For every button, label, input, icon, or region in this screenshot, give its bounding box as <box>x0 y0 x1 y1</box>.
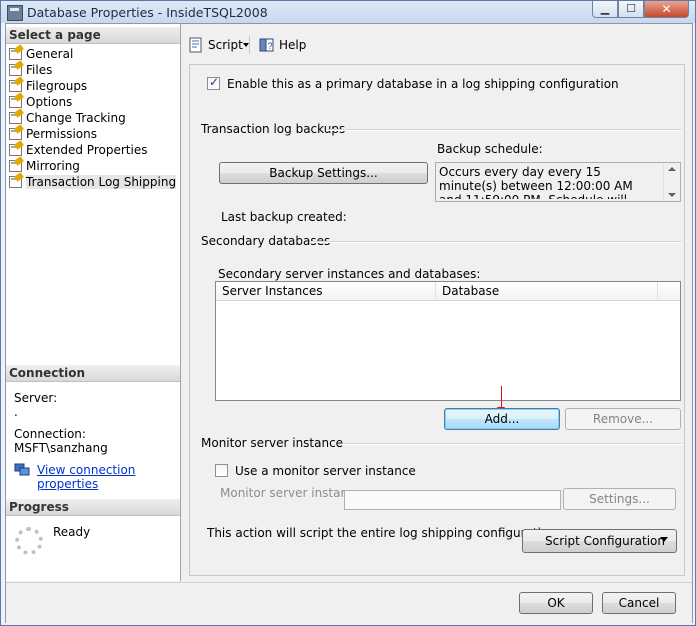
backup-schedule-label: Backup schedule: <box>437 142 543 156</box>
connection-label: Connection: <box>14 427 86 441</box>
page-icon <box>9 80 22 92</box>
chevron-down-icon <box>660 537 668 542</box>
toolbar-separator <box>249 36 250 54</box>
page-item-transaction-log-shipping[interactable]: Transaction Log Shipping <box>9 174 177 190</box>
page-item-label: General <box>26 47 74 61</box>
tlog-backups-group-label: Transaction log backups <box>201 122 346 136</box>
group-divider <box>311 241 682 243</box>
group-divider <box>343 443 682 445</box>
enable-primary-label: Enable this as a primary database in a l… <box>227 77 619 91</box>
toolbar: Script ? Help <box>181 24 692 64</box>
script-icon <box>189 37 202 53</box>
backup-schedule-box[interactable]: Occurs every day every 15 minute(s) betw… <box>435 162 681 202</box>
right-pane: Script ? Help Enable this as a primary d… <box>181 24 692 581</box>
progress-spinner-icon <box>15 527 43 555</box>
dialog-client-area: Select a page General Files Filegroups Opti… <box>5 23 693 623</box>
backup-settings-button[interactable]: Backup Settings... <box>219 162 428 184</box>
connection-properties-icon <box>14 463 30 476</box>
select-page-header: Select a page <box>6 27 180 44</box>
page-item-permissions[interactable]: Permissions <box>9 126 97 142</box>
script-configuration-label: Script Configuration <box>545 534 665 548</box>
page-icon <box>9 96 22 108</box>
page-icon <box>9 64 22 76</box>
log-shipping-panel: Enable this as a primary database in a l… <box>189 64 685 576</box>
help-icon: ? <box>259 38 274 52</box>
page-item-label: Change Tracking <box>26 111 126 125</box>
left-pane: Select a page General Files Filegroups Opti… <box>6 24 181 581</box>
svg-text:?: ? <box>268 41 273 51</box>
column-database[interactable]: Database <box>436 282 658 300</box>
connection-value: MSFT\sanzhang <box>14 441 108 455</box>
page-item-change-tracking[interactable]: Change Tracking <box>9 110 126 126</box>
page-item-label: Filegroups <box>26 79 88 93</box>
add-button[interactable]: Add... <box>444 408 560 430</box>
use-monitor-checkbox[interactable] <box>215 464 228 477</box>
page-item-label: Mirroring <box>26 159 80 173</box>
remove-button[interactable]: Remove... <box>565 408 681 430</box>
secondary-instances-list[interactable]: Server Instances Database <box>215 281 681 401</box>
minimize-button[interactable]: ▁ <box>592 1 618 18</box>
page-item-label: Extended Properties <box>26 143 148 157</box>
script-note: This action will script the entire log s… <box>207 526 560 540</box>
enable-primary-checkbox[interactable] <box>207 75 220 90</box>
page-icon <box>9 144 22 156</box>
server-label: Server: <box>14 391 58 405</box>
page-item-label: Options <box>26 95 73 109</box>
maximize-button[interactable]: ☐ <box>618 1 644 18</box>
progress-header: Progress <box>6 499 180 516</box>
monitor-instance-label: Monitor server instance <box>220 486 363 500</box>
scroll-up-icon[interactable] <box>668 167 676 171</box>
use-monitor-label: Use a monitor server instance <box>235 464 416 478</box>
page-item-label: Permissions <box>26 127 97 141</box>
schedule-scrollbar[interactable] <box>663 163 680 201</box>
database-icon <box>7 5 23 21</box>
monitor-settings-button[interactable]: Settings... <box>563 488 676 510</box>
monitor-instance-input[interactable] <box>344 490 561 510</box>
page-item-options[interactable]: Options <box>9 94 72 110</box>
script-configuration-button[interactable]: Script Configuration <box>522 529 677 553</box>
page-icon <box>9 176 22 188</box>
column-server-instances[interactable]: Server Instances <box>216 282 436 300</box>
scroll-down-icon[interactable] <box>668 193 676 197</box>
window-title: Database Properties - InsideTSQL2008 <box>27 5 268 20</box>
help-button[interactable]: Help <box>279 36 306 54</box>
list-header: Server Instances Database <box>216 282 680 301</box>
title-bar[interactable]: Database Properties - InsideTSQL2008 ▁ ☐… <box>1 1 695 23</box>
dialog-footer: OK Cancel <box>6 582 692 623</box>
script-button[interactable]: Script <box>208 36 243 54</box>
page-item-general[interactable]: General <box>9 46 73 62</box>
connection-header: Connection <box>6 365 180 382</box>
cancel-button[interactable]: Cancel <box>602 592 676 614</box>
page-icon <box>9 128 22 140</box>
page-item-files[interactable]: Files <box>9 62 52 78</box>
progress-status: Ready <box>53 525 91 539</box>
page-icon <box>9 48 22 60</box>
page-icon <box>9 112 22 124</box>
close-button[interactable]: ✕ <box>644 1 689 18</box>
group-divider <box>327 129 682 131</box>
page-item-extended-properties[interactable]: Extended Properties <box>9 142 147 158</box>
server-value: . <box>14 405 18 419</box>
page-icon <box>9 160 22 172</box>
backup-schedule-text: Occurs every day every 15 minute(s) betw… <box>439 165 633 199</box>
database-properties-window: Database Properties - InsideTSQL2008 ▁ ☐… <box>0 0 696 626</box>
view-connection-properties-link[interactable]: View connection properties <box>37 463 180 491</box>
ok-button[interactable]: OK <box>519 592 593 614</box>
page-item-label: Transaction Log Shipping <box>26 175 177 189</box>
secondary-instances-label: Secondary server instances and databases… <box>218 267 481 281</box>
last-backup-label: Last backup created: <box>221 210 347 224</box>
monitor-group-label: Monitor server instance <box>201 436 344 450</box>
page-item-label: Files <box>26 63 53 77</box>
